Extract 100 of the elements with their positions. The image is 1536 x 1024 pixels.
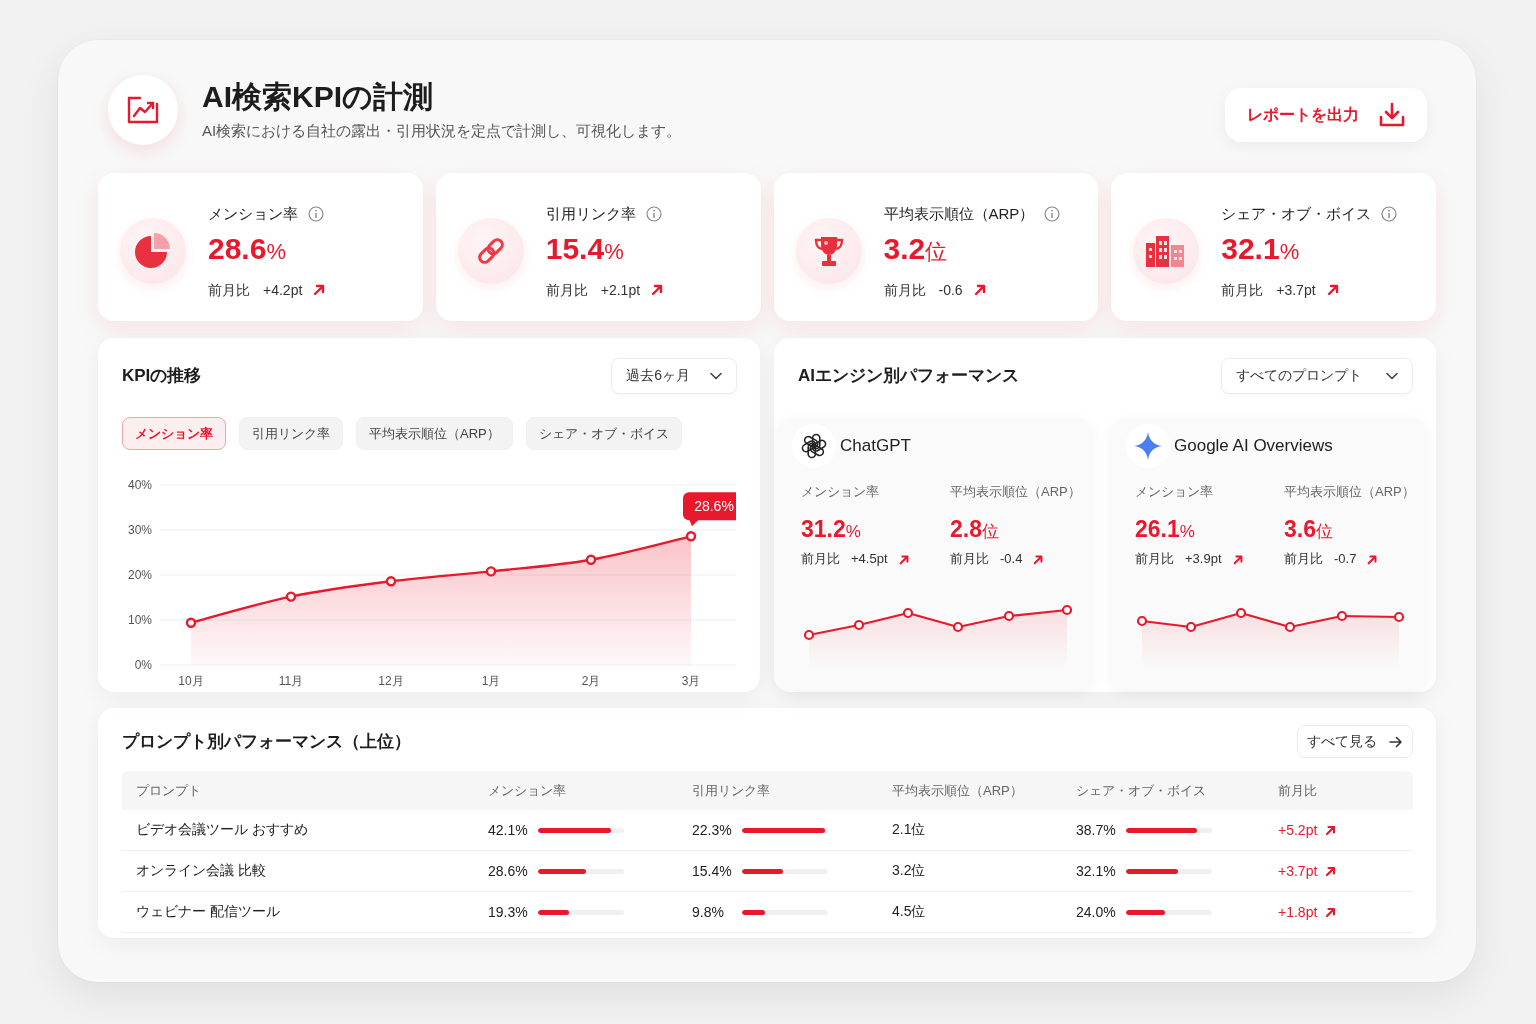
x-axis-label: 10月 [178, 674, 204, 688]
y-axis-label: 0% [134, 658, 152, 672]
change-value: -0.6 [938, 280, 963, 300]
table-cell: 42.1% [488, 822, 528, 838]
arrow-up-right-icon [1033, 553, 1045, 565]
table-cell: 22.3% [692, 822, 732, 838]
kpi-value: 3.2位 [883, 230, 948, 267]
metric-value: 2.8位 [950, 515, 999, 544]
arrow-up-right-icon [1367, 553, 1379, 565]
change-label: 前月比 [208, 280, 250, 300]
column-header: シェア・オブ・ボイス [1076, 781, 1206, 800]
metric-label: メンション率 [801, 483, 879, 501]
info-icon[interactable] [308, 205, 324, 222]
table-cell-text: 9.8% [692, 904, 725, 920]
column-header: メンション率 [488, 781, 566, 800]
metric-value: 31.2% [801, 515, 861, 544]
chart-tab[interactable]: シェア・オブ・ボイス [525, 417, 682, 450]
x-axis-label: 1月 [481, 674, 501, 688]
table-cell: 3.2位 [892, 862, 926, 880]
y-axis-label: 10% [127, 613, 152, 627]
change-value: +4.5pt [851, 550, 888, 568]
column-header: プロンプト [136, 781, 201, 800]
arrow-up-right-icon [898, 553, 910, 565]
chevron-down-icon [1386, 372, 1398, 380]
page-subtitle: AI検索における自社の露出・引用状況を定点で計測し、可視化します。 [202, 121, 682, 141]
metric-label: 平均表示順位（ARP） [950, 483, 1081, 501]
table-cell: ビデオ会議ツール おすすめ [136, 821, 308, 839]
period-dropdown[interactable]: 過去6ヶ月 [611, 358, 737, 394]
table-cell: 19.3% [488, 904, 528, 920]
x-axis-label: 12月 [378, 674, 404, 688]
table-cell: 28.6% [488, 863, 528, 879]
panel-title: KPIの推移 [122, 365, 202, 387]
column-header: 引用リンク率 [692, 781, 770, 800]
data-point [485, 566, 497, 577]
chart-tab[interactable]: 平均表示順位（ARP） [356, 417, 513, 450]
kpi-label: メンション率 [208, 203, 298, 224]
change-label: 前月比 [1284, 550, 1323, 568]
change-label: 前月比 [883, 280, 926, 300]
rosette-icon [792, 424, 836, 468]
metric-label: 平均表示順位（ARP） [1284, 483, 1415, 501]
change-value: -0.4 [1000, 550, 1023, 568]
change-value: +3.9pt [1185, 550, 1222, 568]
arrow-up-right-icon [1325, 824, 1338, 836]
data-point [685, 531, 697, 542]
view-all-button[interactable]: すべて見る [1297, 725, 1413, 758]
y-axis-label: 20% [127, 568, 152, 582]
table-cell: 32.1% [1076, 863, 1116, 879]
annotation: 28.6% [694, 498, 734, 515]
data-point [185, 617, 197, 628]
arrow-right-icon [1389, 735, 1403, 748]
chevron-down-icon [710, 372, 722, 380]
chart-tab[interactable]: 引用リンク率 [239, 417, 343, 450]
table-cell: 2.1位 [892, 821, 926, 839]
info-icon[interactable] [1381, 205, 1398, 222]
kpi-value: 28.6% [208, 230, 286, 267]
arrow-up-right-icon [651, 283, 665, 296]
arrow-up-right-icon [1325, 906, 1338, 918]
change-value: +4.2pt [263, 280, 303, 300]
data-point [285, 591, 297, 602]
kpi-value: 32.1% [1221, 230, 1300, 267]
change-value: -0.7 [1334, 550, 1357, 568]
kpi-value: 15.4% [545, 230, 624, 267]
column-header: 平均表示順位（ARP） [892, 781, 1023, 800]
table-cell: オンライン会議 比較 [136, 862, 266, 880]
change-value: +1.8pt [1278, 904, 1318, 920]
change-value: +2.1pt [600, 280, 641, 300]
arrow-up-right-icon [973, 283, 987, 296]
change-value: +5.2pt [1278, 822, 1318, 838]
change-value: +3.7pt [1278, 863, 1318, 879]
metric-value: 3.6位 [1284, 515, 1333, 544]
value-tooltip: 28.6% [683, 492, 736, 527]
change-label: 前月比 [545, 280, 588, 300]
arrow-up-right-icon [313, 283, 327, 296]
export-button[interactable]: レポートを出力 [1225, 88, 1427, 142]
engine-name: ChatGPT [840, 436, 911, 456]
change-label: 前月比 [1135, 550, 1174, 568]
download-icon [1379, 102, 1405, 128]
data-point [385, 576, 397, 587]
kpi-label: 引用リンク率 [545, 203, 636, 224]
info-icon[interactable] [645, 205, 662, 222]
data-point [585, 554, 597, 565]
arrow-up-right-icon [1326, 283, 1340, 296]
panel-title: AIエンジン別パフォーマンス [798, 365, 1019, 387]
column-header: 前月比 [1278, 781, 1317, 800]
x-axis-label: 2月 [581, 674, 601, 688]
info-icon[interactable] [1044, 205, 1061, 222]
panel-title: プロンプト別パフォーマンス（上位） [122, 730, 411, 753]
page-title: AI検索KPIの計測 [202, 79, 433, 115]
table-cell: ウェビナー 配信ツール [136, 903, 280, 921]
chart-tab[interactable]: メンション率 [122, 417, 226, 450]
y-axis-label: 30% [127, 523, 152, 537]
change-label: 前月比 [1221, 280, 1264, 300]
y-axis-label: 40% [127, 478, 152, 492]
metric-label: メンション率 [1135, 483, 1213, 501]
kpi-label: シェア・オブ・ボイス [1221, 203, 1372, 224]
prompt-dropdown[interactable]: すべてのプロンプト [1221, 358, 1413, 394]
arrow-up-right-icon [1325, 865, 1338, 877]
table-cell: 24.0% [1076, 904, 1116, 920]
x-axis-label: 11月 [278, 674, 304, 688]
table-cell: 4.5位 [892, 903, 926, 921]
